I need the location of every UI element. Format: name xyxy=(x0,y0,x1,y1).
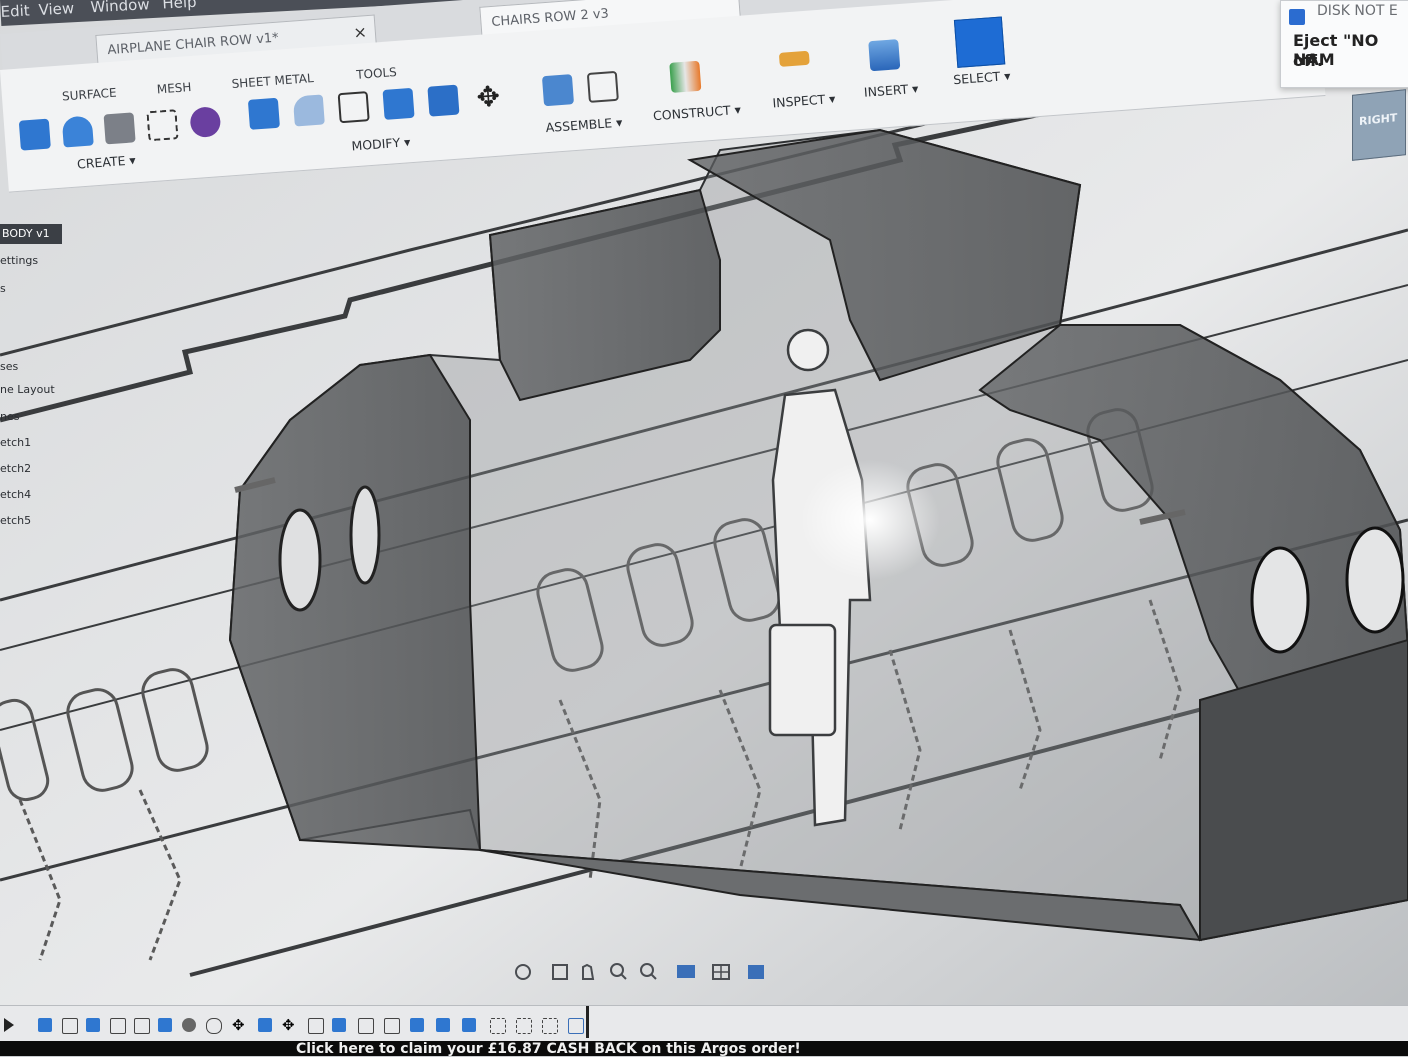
browser-item-planes[interactable]: nes xyxy=(0,410,19,423)
timeline-feature-icon[interactable] xyxy=(158,1018,172,1032)
menu-edit[interactable]: Edit xyxy=(0,1,30,20)
display-settings-icon[interactable] xyxy=(677,965,695,978)
light-glare xyxy=(800,460,940,580)
timeline-move-icon[interactable]: ✥ xyxy=(232,1018,246,1033)
timeline-sketch-icon[interactable] xyxy=(384,1018,400,1034)
move-icon[interactable]: ✥ xyxy=(472,79,504,114)
disk-icon xyxy=(1289,9,1305,25)
browser-item-canvases[interactable]: ses xyxy=(0,360,18,373)
construct-menu[interactable]: CONSTRUCT ▾ xyxy=(653,102,742,123)
plane-icon[interactable] xyxy=(669,60,702,93)
viewports-icon[interactable] xyxy=(748,965,764,979)
timeline-feature-icon[interactable] xyxy=(38,1018,52,1032)
measure-icon[interactable] xyxy=(778,50,810,67)
browser-root-item[interactable]: BODY v1 xyxy=(0,224,62,244)
timeline-sketch-icon[interactable] xyxy=(62,1018,78,1034)
assemble-menu[interactable]: ASSEMBLE ▾ xyxy=(545,115,623,136)
browser-item-views[interactable]: s xyxy=(0,282,6,295)
viewcube-face-label: RIGHT xyxy=(1359,111,1398,129)
promo-text[interactable]: Click here to claim your £16.87 CASH BAC… xyxy=(296,1041,801,1057)
notification-popup[interactable]: DISK NOT E Eject "NO NAM off. xyxy=(1280,0,1408,88)
extrude-icon[interactable] xyxy=(18,118,51,151)
form-icon[interactable] xyxy=(189,106,222,139)
press-pull-icon[interactable] xyxy=(247,97,280,130)
menu-window[interactable]: Window xyxy=(90,0,150,16)
insert-image-icon[interactable] xyxy=(868,39,901,72)
browser-item-settings[interactable]: ettings xyxy=(0,254,38,267)
browser-promo-bar: Click here to claim your £16.87 CASH BAC… xyxy=(0,1041,1408,1057)
joint-icon[interactable] xyxy=(586,70,619,103)
timeline-feature-icon[interactable] xyxy=(258,1018,272,1032)
tab-mesh[interactable]: MESH xyxy=(156,80,192,96)
tab-sheet-metal[interactable]: SHEET METAL xyxy=(231,71,314,91)
close-tab-icon[interactable]: × xyxy=(353,22,368,42)
create-menu[interactable]: CREATE ▾ xyxy=(77,152,137,171)
viewcube[interactable]: RIGHT xyxy=(1352,89,1406,161)
timeline-plane-icon[interactable] xyxy=(568,1018,584,1034)
timeline-marker[interactable] xyxy=(586,1006,589,1038)
navigation-bar xyxy=(515,963,764,980)
timeline-shell-icon[interactable] xyxy=(358,1018,374,1034)
timeline-feature-icon[interactable] xyxy=(436,1018,450,1032)
orbit-icon[interactable] xyxy=(515,964,531,980)
timeline: ✥ ✥ xyxy=(0,1005,1408,1042)
timeline-feature-icon[interactable] xyxy=(462,1018,476,1032)
timeline-shell-icon[interactable] xyxy=(134,1018,150,1034)
hole-icon[interactable] xyxy=(103,112,136,145)
browser-item-sketch1[interactable]: etch1 xyxy=(0,436,31,449)
timeline-sketch-icon[interactable] xyxy=(516,1018,532,1034)
revolve-icon[interactable] xyxy=(61,115,94,148)
tab-surface[interactable]: SURFACE xyxy=(62,86,117,104)
timeline-move-icon[interactable]: ✥ xyxy=(282,1018,296,1033)
timeline-revolve-icon[interactable] xyxy=(182,1018,196,1032)
menu-view[interactable]: View xyxy=(38,0,75,19)
split-body-icon[interactable] xyxy=(427,84,460,117)
insert-menu[interactable]: INSERT ▾ xyxy=(863,81,918,100)
timeline-feature-icon[interactable] xyxy=(332,1018,346,1032)
browser-item-sketch2[interactable]: etch2 xyxy=(0,462,31,475)
menu-help[interactable]: Help xyxy=(162,0,197,12)
timeline-sketch-icon[interactable] xyxy=(110,1018,126,1034)
play-icon[interactable] xyxy=(4,1018,14,1032)
timeline-feature-icon[interactable] xyxy=(86,1018,100,1032)
timeline-fillet-icon[interactable] xyxy=(206,1018,222,1034)
timeline-sketch-icon[interactable] xyxy=(308,1018,324,1034)
inspect-menu[interactable]: INSPECT ▾ xyxy=(772,91,836,111)
browser-item-sketch5[interactable]: etch5 xyxy=(0,514,31,527)
modify-menu[interactable]: MODIFY ▾ xyxy=(351,134,411,153)
notification-title: DISK NOT E xyxy=(1317,3,1398,19)
timeline-feature-icon[interactable] xyxy=(410,1018,424,1032)
grid-icon[interactable] xyxy=(712,964,730,980)
look-at-icon[interactable] xyxy=(552,964,568,980)
browser-panel: BODY v1 ettings s ses ne Layout nes etch… xyxy=(0,200,140,580)
sketch-icon[interactable] xyxy=(146,109,179,142)
select-cursor-icon[interactable] xyxy=(953,16,1006,68)
fit-icon[interactable] xyxy=(640,963,657,980)
combine-icon[interactable] xyxy=(382,87,415,120)
timeline-sketch-icon[interactable] xyxy=(542,1018,558,1034)
shell-icon[interactable] xyxy=(337,91,370,124)
pan-icon[interactable] xyxy=(582,963,595,980)
notification-message-2: off. xyxy=(1293,51,1324,70)
timeline-sketch-icon[interactable] xyxy=(490,1018,506,1034)
browser-item-layout[interactable]: ne Layout xyxy=(0,383,55,396)
tab-tools[interactable]: TOOLS xyxy=(356,65,397,82)
new-component-icon[interactable] xyxy=(541,74,575,107)
zoom-icon[interactable] xyxy=(610,963,627,980)
select-menu[interactable]: SELECT ▾ xyxy=(953,68,1011,87)
fillet-icon[interactable] xyxy=(292,94,325,127)
browser-item-sketch4[interactable]: etch4 xyxy=(0,488,31,501)
